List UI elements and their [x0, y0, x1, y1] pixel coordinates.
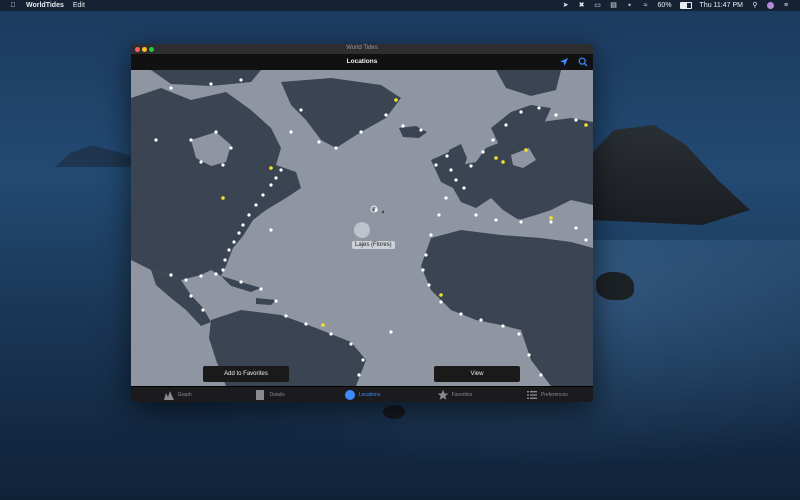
app-window: World Tides Locations Lajes (Flores) Add… [131, 44, 593, 402]
edit-menu[interactable]: Edit [73, 2, 85, 9]
tab-bar: Graph Details Locations Favorites Prefer… [131, 386, 593, 402]
view-button[interactable]: View [434, 366, 520, 382]
tab-preferences[interactable]: Preferences [501, 387, 593, 402]
tab-details[interactable]: Details [223, 387, 315, 402]
selected-location-marker [354, 222, 370, 238]
tab-graph[interactable]: Graph [131, 387, 223, 402]
menu-bar:  WorldTides Edit ➤ ✖ ▭ ▤ ٭ ≈ 60% Thu 11… [0, 0, 800, 11]
tab-label-graph: Graph [177, 392, 192, 398]
north-america [131, 88, 301, 280]
location-callout[interactable]: Lajes (Flores) [352, 241, 395, 249]
window-icon[interactable]: ▤ [610, 2, 618, 9]
tab-label-favorites: Favorites [451, 392, 473, 398]
circle-x-icon[interactable]: ✖ [578, 2, 586, 9]
search-icon[interactable] [578, 57, 588, 67]
title-bar: World Tides [131, 44, 593, 54]
window-title: World Tides [346, 45, 378, 51]
map-canvas[interactable] [131, 70, 593, 386]
tab-locations[interactable]: Locations [316, 387, 408, 402]
battery-icon[interactable] [679, 2, 692, 9]
airplay-icon[interactable]: ▭ [594, 2, 602, 9]
apple-icon[interactable]:  [9, 2, 17, 9]
location-arrow-icon[interactable]: ➤ [562, 2, 570, 9]
location-arrow-icon[interactable] [559, 57, 569, 67]
greenland [281, 78, 401, 148]
wallpaper-island-left [55, 145, 135, 167]
wallpaper-island-right [590, 125, 750, 225]
tab-favorites[interactable]: Favorites [408, 387, 500, 402]
navigation-bar: Locations [131, 54, 593, 71]
wallpaper-rock-small [383, 405, 405, 419]
nav-title: Locations [346, 58, 378, 65]
tab-label-preferences: Preferences [540, 392, 568, 398]
spotlight-icon[interactable]: ⚲ [751, 2, 759, 9]
globe-icon [344, 390, 355, 400]
graph-icon [163, 391, 174, 400]
clock[interactable]: Thu 11:47 PM [700, 2, 743, 9]
bluetooth-icon[interactable]: ٭ [626, 2, 634, 9]
control-center-icon[interactable]: ≡ [782, 2, 790, 9]
tide-map[interactable]: Lajes (Flores) [131, 70, 593, 386]
tab-label-details: Details [269, 392, 285, 398]
iceland [399, 126, 427, 138]
battery-percent: 60% [657, 2, 672, 9]
details-icon [256, 390, 265, 400]
star-icon [437, 389, 448, 400]
user-icon[interactable] [767, 2, 774, 9]
wallpaper-rock [596, 272, 634, 300]
wifi-icon[interactable]: ≈ [642, 2, 650, 9]
app-menu[interactable]: WorldTides [26, 2, 64, 9]
battery-fill [680, 3, 687, 8]
africa [421, 230, 593, 386]
add-to-favorites-button[interactable]: Add to Favorites [203, 366, 289, 382]
list-icon [526, 391, 537, 399]
tab-label-locations: Locations [358, 392, 381, 398]
